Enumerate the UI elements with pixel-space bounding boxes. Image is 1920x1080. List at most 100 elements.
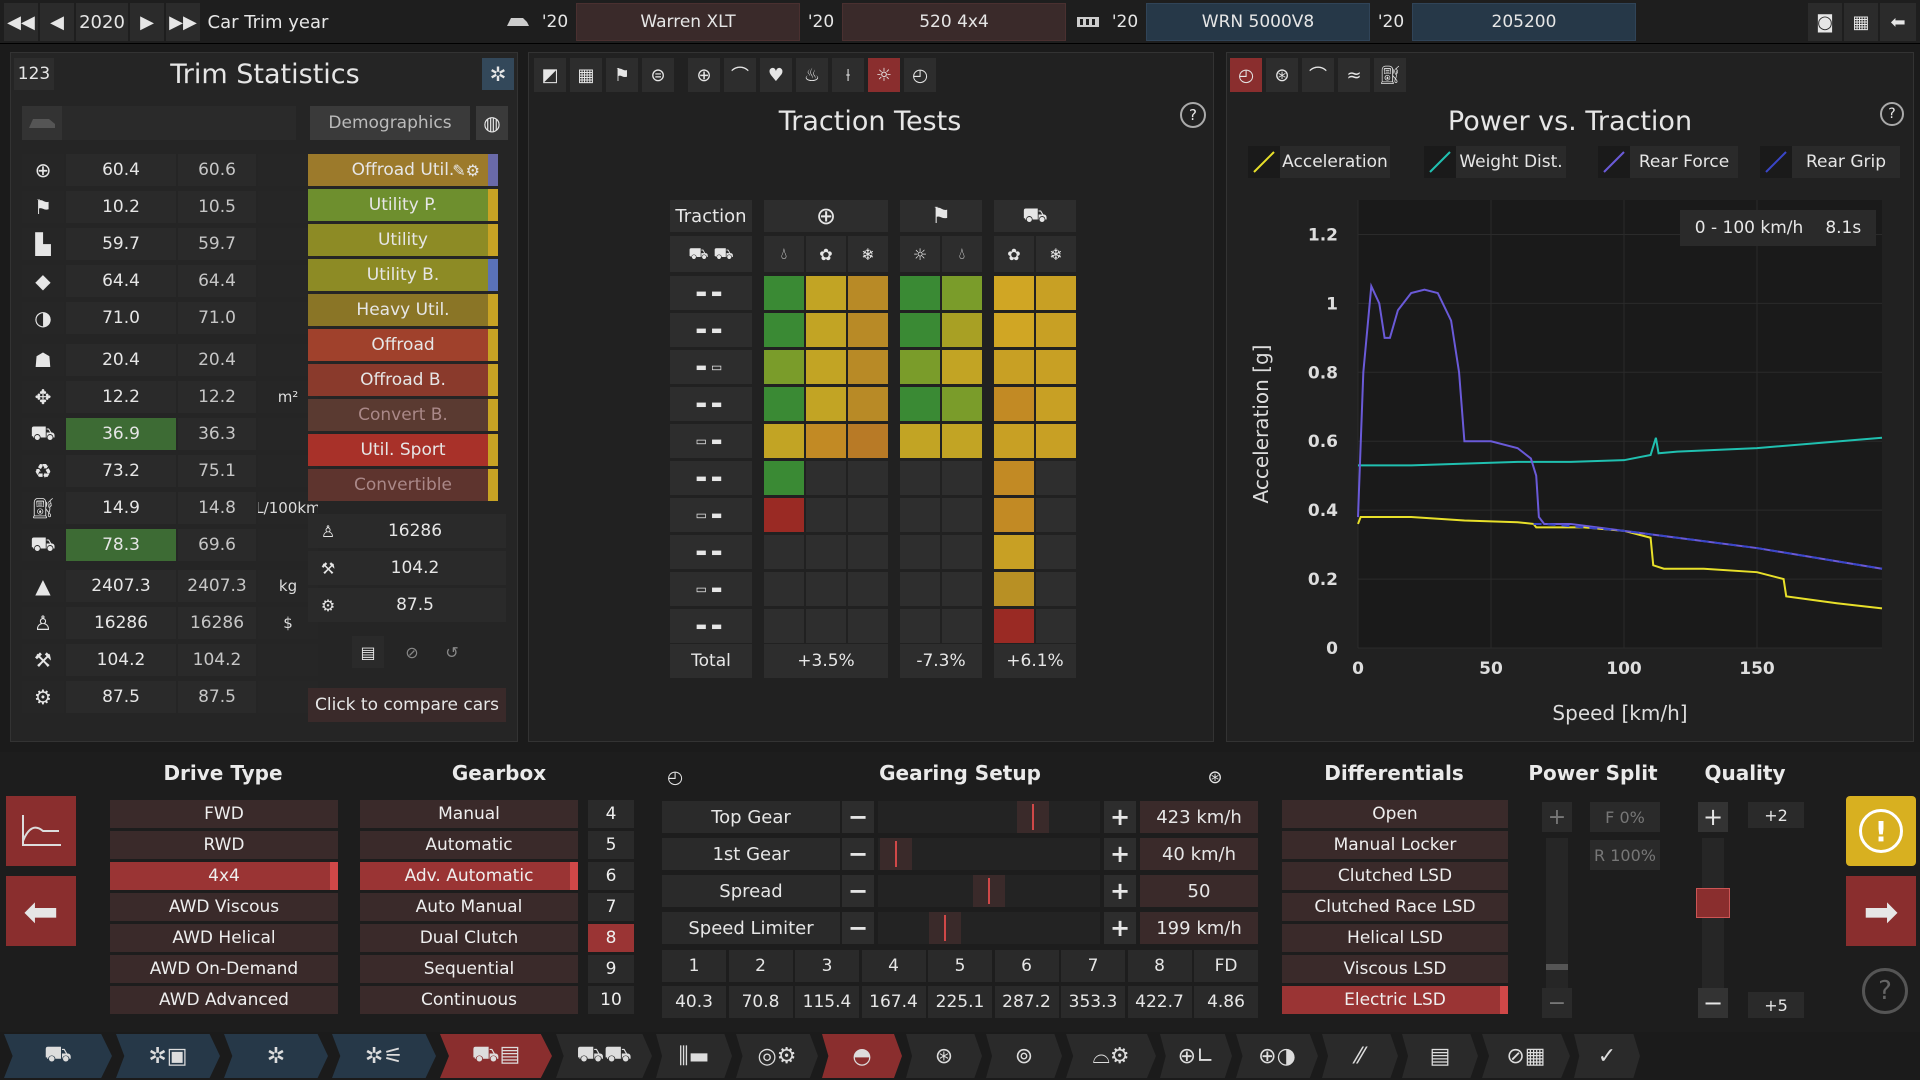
warning-button[interactable]: ! xyxy=(1846,796,1916,866)
list-option[interactable]: Adv. Automatic xyxy=(360,862,578,890)
gear-count-option[interactable]: 7 xyxy=(588,893,634,921)
wheel-chart-button[interactable]: ⊛ xyxy=(1266,58,1298,92)
legend-item[interactable]: Rear Force xyxy=(1598,146,1738,178)
safety-tab-button[interactable]: ⊕◑ xyxy=(1236,1034,1318,1078)
gearing-plus-button[interactable]: + xyxy=(1104,912,1136,944)
list-option[interactable]: RWD xyxy=(110,831,338,859)
gear-count-option[interactable]: 8 xyxy=(588,924,634,952)
help-icon[interactable]: ? xyxy=(1880,102,1904,126)
back-button[interactable]: ⬅ xyxy=(1880,3,1916,41)
tyre-test-button[interactable]: ⊜ xyxy=(642,58,674,92)
quality-plus-button[interactable]: + xyxy=(1698,802,1728,832)
compare-cars-button[interactable]: Click to compare cars xyxy=(308,688,506,722)
list-option[interactable]: Sequential xyxy=(360,955,578,983)
sun-test-button[interactable]: ☼ xyxy=(868,58,900,92)
calculator-button[interactable]: ▦ xyxy=(1844,3,1878,41)
gearing-slider-handle[interactable] xyxy=(973,875,1005,907)
list-option[interactable]: Automatic xyxy=(360,831,578,859)
list-option[interactable]: 4x4 xyxy=(110,862,338,890)
chassis-tab-button[interactable]: ✲ xyxy=(224,1034,328,1078)
previous-step-button[interactable]: ⬅ xyxy=(6,876,76,946)
first-year-button[interactable]: ◀◀ xyxy=(4,3,38,41)
list-option[interactable]: Auto Manual xyxy=(360,893,578,921)
gearing-slider[interactable] xyxy=(878,801,1100,833)
brakes-tab-button[interactable]: ◎⚙ xyxy=(736,1034,818,1078)
demographic-item[interactable]: Offroad B. xyxy=(308,364,498,396)
arch-chart-button[interactable]: ⌒ xyxy=(1302,58,1334,92)
demographic-item[interactable]: Utility xyxy=(308,224,498,256)
last-year-button[interactable]: ▶▶ xyxy=(166,3,200,41)
gear-count-option[interactable]: 4 xyxy=(588,800,634,828)
list-option[interactable]: Open xyxy=(1282,800,1508,828)
trim-tab-button[interactable]: ⛟▤ xyxy=(440,1034,552,1078)
finish-flag-button[interactable]: ⊘▦ xyxy=(1482,1034,1570,1078)
gearing-minus-button[interactable]: − xyxy=(842,875,874,907)
list-option[interactable]: Manual Locker xyxy=(1282,831,1508,859)
gearing-gauge-button[interactable]: ◴ xyxy=(660,762,690,792)
gearing-plus-button[interactable]: + xyxy=(1104,875,1136,907)
table-test-button[interactable]: ▦ xyxy=(570,58,602,92)
fuel-chart-button[interactable]: ⛽︎ xyxy=(1374,58,1406,92)
engine-tab-button[interactable]: ✲▣ xyxy=(116,1034,220,1078)
list-option[interactable]: Electric LSD xyxy=(1282,986,1508,1014)
demographic-item[interactable]: Heavy Util. xyxy=(308,294,498,326)
gearing-slider[interactable] xyxy=(878,912,1100,944)
gearing-plus-button[interactable]: + xyxy=(1104,801,1136,833)
suspension-tab-button[interactable]: ⛟⛟ xyxy=(556,1034,652,1078)
model-selector[interactable]: Warren XLT xyxy=(576,3,800,41)
list-option[interactable]: Clutched Race LSD xyxy=(1282,893,1508,921)
gauge-tab-button[interactable]: ◓ xyxy=(822,1034,902,1078)
gear-count-option[interactable]: 10 xyxy=(588,986,634,1014)
arch-test-button[interactable]: ⌒ xyxy=(724,58,756,92)
gauge-chart-button[interactable]: ◴ xyxy=(1230,58,1262,92)
demographic-item[interactable]: Convertible xyxy=(308,469,498,501)
list-option[interactable]: Manual xyxy=(360,800,578,828)
globe-button[interactable]: ◍ xyxy=(476,106,508,140)
list-option[interactable]: Continuous xyxy=(360,986,578,1014)
help-button[interactable]: ? xyxy=(1862,968,1908,1014)
gearing-slider[interactable] xyxy=(878,838,1100,870)
race-flag-test-button[interactable]: ⚑ xyxy=(606,58,638,92)
seat-test-button[interactable]: ♨ xyxy=(796,58,828,92)
quality-minus-button[interactable]: − xyxy=(1698,988,1728,1018)
car-button[interactable]: ⛟ xyxy=(4,1034,112,1078)
list-option[interactable]: AWD Helical xyxy=(110,924,338,952)
list-option[interactable]: Dual Clutch xyxy=(360,924,578,952)
gearing-slider[interactable] xyxy=(878,875,1100,907)
list-option[interactable]: Clutched LSD xyxy=(1282,862,1508,890)
demographic-item[interactable]: Offroad Util. ✎⚙ xyxy=(308,154,498,186)
trim-settings-button[interactable]: ✲ xyxy=(482,58,514,90)
heart-test-button[interactable]: ♥ xyxy=(760,58,792,92)
demographic-item[interactable]: Utility B. xyxy=(308,259,498,291)
legend-item[interactable]: Acceleration xyxy=(1248,146,1390,178)
gearing-minus-button[interactable]: − xyxy=(842,801,874,833)
test-tab-button[interactable]: ▤ xyxy=(1402,1034,1478,1078)
aero-tab-button[interactable]: ⌓⚙ xyxy=(1066,1034,1156,1078)
legend-item[interactable]: Weight Dist. xyxy=(1424,146,1566,178)
list-option[interactable]: FWD xyxy=(110,800,338,828)
checkmark-button[interactable]: ✓ xyxy=(1574,1034,1640,1078)
fixture-tab-button[interactable]: ⁄⁄ xyxy=(1322,1034,1398,1078)
gearing-slider-handle[interactable] xyxy=(928,912,961,944)
list-option[interactable]: AWD Viscous xyxy=(110,893,338,921)
chart-test-button[interactable]: ◩ xyxy=(534,58,566,92)
gearing-wheel-button[interactable]: ⊛ xyxy=(1200,762,1230,792)
list-option[interactable]: AWD On-Demand xyxy=(110,955,338,983)
wheel-tab-button[interactable]: ⊛ xyxy=(906,1034,982,1078)
list-option[interactable]: Viscous LSD xyxy=(1282,955,1508,983)
graph-toggle-button[interactable] xyxy=(6,796,76,866)
body-tab-button[interactable]: ✲⚟ xyxy=(332,1034,436,1078)
gearing-minus-button[interactable]: − xyxy=(842,838,874,870)
gearing-plus-button[interactable]: + xyxy=(1104,838,1136,870)
tyre-tab-button[interactable]: ⊚ xyxy=(986,1034,1062,1078)
drivetrain-tab-button[interactable]: ⫼▬ xyxy=(656,1034,732,1078)
interior-tab-button[interactable]: ⊕∟ xyxy=(1160,1034,1232,1078)
prev-year-button[interactable]: ◀ xyxy=(40,3,74,41)
next-year-button[interactable]: ▶ xyxy=(130,3,164,41)
power-split-minus-button[interactable]: − xyxy=(1542,988,1572,1018)
demographic-item[interactable]: Convert B. xyxy=(308,399,498,431)
list-option[interactable]: AWD Advanced xyxy=(110,986,338,1014)
clear-button[interactable]: ⊘ xyxy=(396,636,428,668)
steering-wheel-test-button[interactable]: ⊕ xyxy=(688,58,720,92)
engine-selector[interactable]: WRN 5000V8 xyxy=(1146,3,1370,41)
